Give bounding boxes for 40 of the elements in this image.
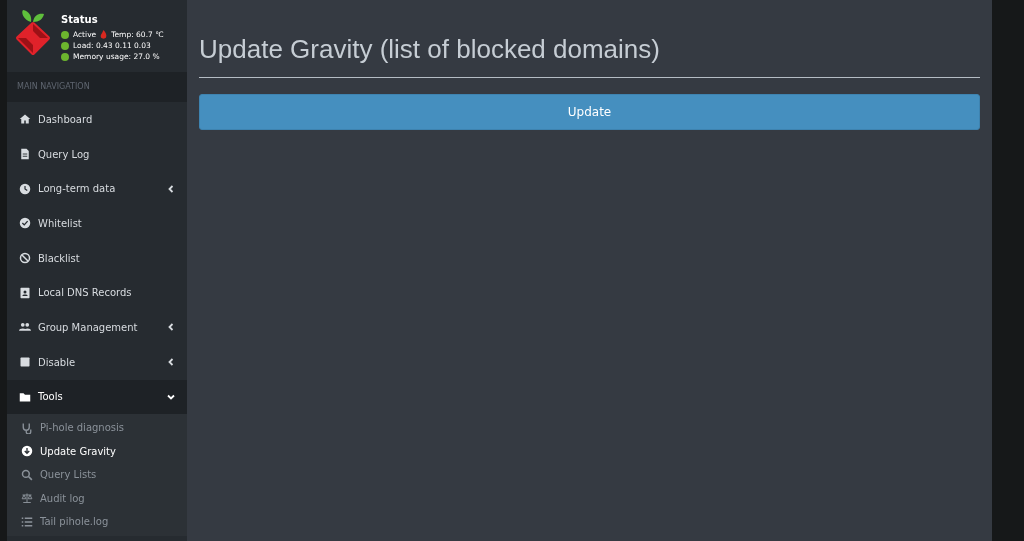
chevron-icon xyxy=(167,323,175,332)
users-icon xyxy=(19,321,31,334)
contact-icon xyxy=(19,286,31,299)
menu-item[interactable]: Local DNS Records xyxy=(7,275,187,311)
file-icon xyxy=(19,148,31,161)
submenu-item[interactable]: Update Gravity xyxy=(7,439,187,464)
status-dot-icon xyxy=(61,30,69,39)
status-dot-icon xyxy=(61,41,69,50)
submenu-item[interactable]: Audit log xyxy=(7,486,187,511)
menu-item[interactable]: Tools xyxy=(7,379,187,415)
list-icon xyxy=(21,515,33,528)
clock-icon xyxy=(19,182,31,195)
menu-item[interactable]: Blacklist xyxy=(7,240,187,276)
menu-item[interactable]: Long-term data xyxy=(7,171,187,207)
folder-icon xyxy=(19,390,31,403)
submenu-item[interactable]: Pi-hole diagnosis xyxy=(7,416,187,440)
ban-icon xyxy=(19,252,31,265)
menu-item[interactable]: Group Management xyxy=(7,310,187,345)
menu-item[interactable]: Whitelist xyxy=(7,206,187,241)
check-icon xyxy=(19,217,31,230)
submenu-item[interactable]: Query Lists xyxy=(7,463,187,487)
search-icon xyxy=(21,468,33,481)
home-icon xyxy=(19,113,31,126)
menu-item[interactable]: Disable xyxy=(7,344,187,380)
stethoscope-icon xyxy=(21,421,33,434)
status-title: Status xyxy=(61,14,99,25)
submenu-item[interactable]: Tail pihole.log xyxy=(7,510,187,534)
menu-item[interactable]: Dashboard xyxy=(7,102,187,137)
page-title: Update Gravity (list of blocked domains) xyxy=(199,34,660,65)
menu-item[interactable]: Query Log xyxy=(7,136,187,172)
square-icon xyxy=(19,356,31,369)
nav-header: MAIN NAVIGATION xyxy=(7,72,187,102)
flame-icon xyxy=(100,30,108,39)
status-dot-icon xyxy=(61,52,69,61)
chevron-icon xyxy=(167,392,175,401)
update-button[interactable]: Update xyxy=(199,94,980,130)
chevron-icon xyxy=(167,184,175,193)
download-icon xyxy=(21,445,33,458)
chevron-icon xyxy=(167,358,175,367)
scale-icon xyxy=(21,492,33,505)
